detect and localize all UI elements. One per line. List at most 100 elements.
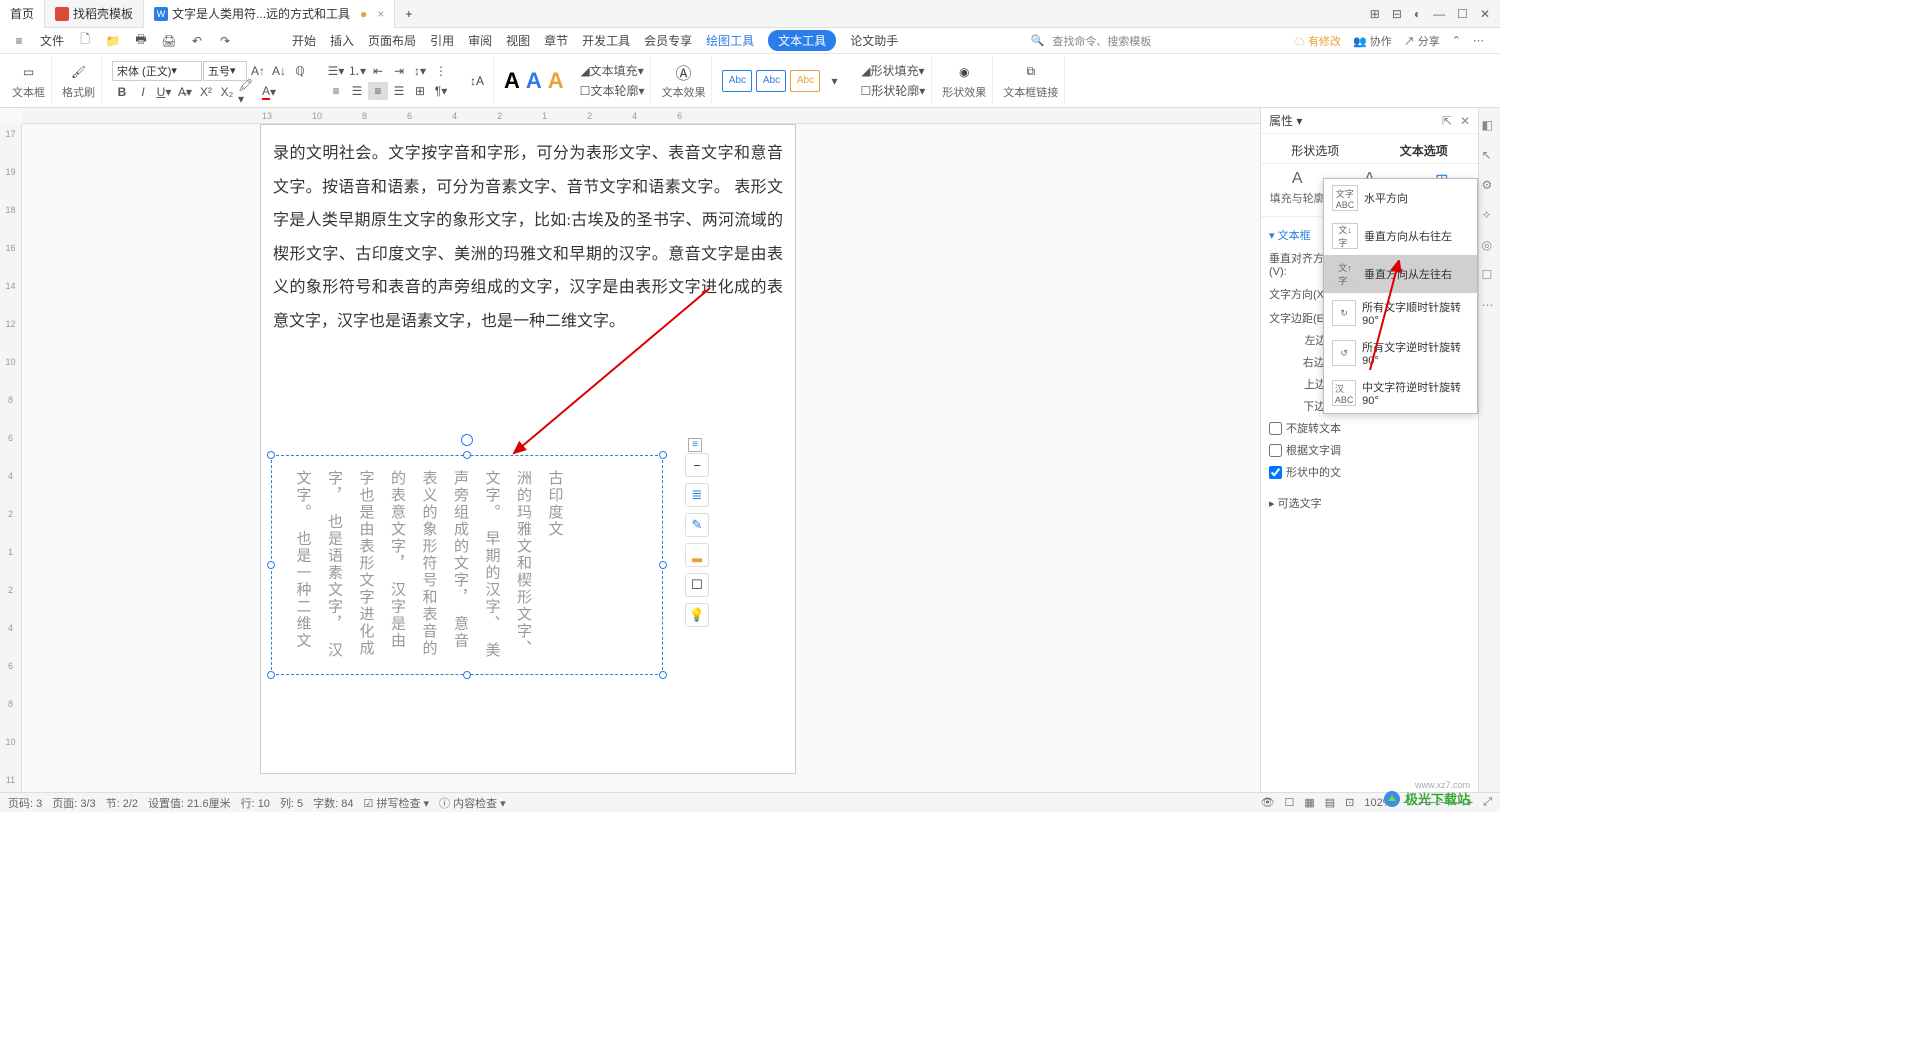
- status-content[interactable]: ⓘ 内容检查 ▾: [439, 795, 506, 811]
- format-painter-icon[interactable]: 🖌: [69, 62, 89, 82]
- save-icon[interactable]: 🖶: [130, 30, 152, 52]
- file-menu[interactable]: 文件: [36, 32, 68, 49]
- user-icon[interactable]: ◐: [1414, 7, 1421, 21]
- new-icon[interactable]: 🗋: [74, 30, 96, 52]
- dd-rotate-ccw[interactable]: ↺所有文字逆时针旋转90°: [1324, 333, 1477, 373]
- handle-br[interactable]: [659, 671, 667, 679]
- mtab-layout[interactable]: 页面布局: [368, 30, 416, 51]
- rail-settings-icon[interactable]: ⚙: [1482, 178, 1498, 194]
- wordart-3[interactable]: A: [548, 68, 564, 94]
- clear-format-icon[interactable]: ℚ: [290, 62, 310, 80]
- align-left-icon[interactable]: ≡: [326, 82, 346, 100]
- mtab-vip[interactable]: 会员专享: [644, 30, 692, 51]
- chk-inshape[interactable]: [1269, 466, 1282, 479]
- view-print-icon[interactable]: ☐: [1284, 796, 1294, 809]
- dd-rotate-cw[interactable]: ↻所有文字顺时针旋转90°: [1324, 293, 1477, 333]
- spacing-icon[interactable]: ↕▾: [410, 62, 430, 80]
- wordart-1[interactable]: A: [504, 68, 520, 94]
- ft-zoom-out[interactable]: −: [685, 453, 709, 477]
- rotate-handle[interactable]: [461, 434, 473, 446]
- style-1[interactable]: Abc: [722, 70, 752, 92]
- app-menu-icon[interactable]: ≡: [8, 30, 30, 52]
- document-canvas[interactable]: 131086421246 171918161412108642124681011…: [0, 108, 1260, 792]
- tab-home[interactable]: 首页: [0, 0, 45, 28]
- textbox-content[interactable]: 文字。 也是一种二维文字， 也是语素文字， 汉字也是由表形文字进化成的表意文字，…: [272, 456, 584, 674]
- fit-icon[interactable]: ⊡: [1345, 796, 1354, 809]
- bold-icon[interactable]: B: [112, 83, 132, 101]
- sort-icon[interactable]: ⋮: [431, 62, 451, 80]
- section-alttext[interactable]: ▸ 可选文字: [1269, 491, 1470, 515]
- tab-templates[interactable]: 找稻壳模板: [45, 0, 144, 28]
- more-icon[interactable]: ⋯: [1473, 34, 1484, 47]
- highlight-icon[interactable]: 🖍▾: [238, 83, 258, 101]
- rail-style-icon[interactable]: ✧: [1482, 208, 1498, 224]
- mtab-start[interactable]: 开始: [292, 30, 316, 51]
- dd-horizontal[interactable]: 文字ABC水平方向: [1324, 179, 1477, 217]
- shape-effect-icon[interactable]: ◉: [954, 62, 974, 82]
- indent-dec-icon[interactable]: ⇤: [368, 62, 388, 80]
- fullscreen-icon[interactable]: ⤢: [1483, 796, 1492, 809]
- tab-document[interactable]: W 文字是人类用符...远的方式和工具 ● ×: [144, 0, 395, 28]
- font-select[interactable]: 宋体 (正文) ▾: [112, 61, 202, 81]
- close-window-icon[interactable]: ✕: [1480, 7, 1490, 21]
- mtab-texttool[interactable]: 文本工具: [768, 30, 836, 51]
- pin-icon[interactable]: ⇱: [1442, 114, 1452, 128]
- mtab-paper[interactable]: 论文助手: [850, 30, 898, 51]
- share-link[interactable]: ↗ 分享: [1404, 33, 1440, 49]
- ft-bulb-icon[interactable]: 💡: [685, 603, 709, 627]
- redo-icon[interactable]: ↷: [214, 30, 236, 52]
- style-3[interactable]: Abc: [790, 70, 820, 92]
- mtab-insert[interactable]: 插入: [330, 30, 354, 51]
- style-dropdown[interactable]: ▾: [824, 72, 844, 90]
- distribute-icon[interactable]: ⊞: [410, 82, 430, 100]
- align-justify-icon[interactable]: ☰: [389, 82, 409, 100]
- layout-icon[interactable]: ⊞: [1370, 7, 1380, 21]
- pending-changes[interactable]: ☁ 有修改: [1294, 33, 1341, 49]
- text-dir-icon[interactable]: ↕A: [467, 71, 487, 91]
- numbering-icon[interactable]: ⒈▾: [347, 62, 367, 80]
- indent-inc-icon[interactable]: ⇥: [389, 62, 409, 80]
- shape-fill[interactable]: ◢ 形状填充▾: [861, 62, 924, 80]
- undo-icon[interactable]: ↶: [186, 30, 208, 52]
- mtab-ref[interactable]: 引用: [430, 30, 454, 51]
- subscr-icon[interactable]: X₂: [217, 83, 237, 101]
- prop-tab-shape[interactable]: 形状选项: [1291, 142, 1339, 159]
- text-effect-icon[interactable]: Ⓐ: [673, 62, 693, 82]
- mtab-chapter[interactable]: 章节: [544, 30, 568, 51]
- align-right-icon[interactable]: ≡: [368, 82, 388, 100]
- chk-autofit[interactable]: [1269, 444, 1282, 457]
- rail-page-icon[interactable]: ☐: [1482, 268, 1498, 284]
- handle-tr[interactable]: [659, 451, 667, 459]
- mtab-draw[interactable]: 绘图工具: [706, 30, 754, 51]
- handle-r[interactable]: [659, 561, 667, 569]
- ft-highlight-icon[interactable]: ▂: [685, 543, 709, 567]
- open-icon[interactable]: 📁: [102, 30, 124, 52]
- search-input[interactable]: 查找命令、搜索模板: [1052, 33, 1151, 49]
- rail-select-icon[interactable]: ↖: [1482, 148, 1498, 164]
- handle-t[interactable]: [463, 451, 471, 459]
- selected-text-box[interactable]: ≡ 文字。 也是一种二维文字， 也是语素文字， 汉字也是由表形文字进化成的表意文…: [271, 455, 663, 675]
- mtab-review[interactable]: 审阅: [468, 30, 492, 51]
- para-icon[interactable]: ¶▾: [431, 82, 451, 100]
- underline-icon[interactable]: U▾: [154, 83, 174, 101]
- view-outline-icon[interactable]: ▤: [1325, 796, 1335, 809]
- mtab-dev[interactable]: 开发工具: [582, 30, 630, 51]
- handle-tl[interactable]: [267, 451, 275, 459]
- italic-icon[interactable]: I: [133, 83, 153, 101]
- collapse-ribbon-icon[interactable]: ⌃: [1452, 34, 1461, 47]
- prop-tab-text[interactable]: 文本选项: [1400, 142, 1448, 159]
- page[interactable]: 录的文明社会。文字按字音和字形，可分为表形文字、表音文字和意音文字。按语音和语素…: [260, 124, 796, 774]
- body-text[interactable]: 录的文明社会。文字按字音和字形，可分为表形文字、表音文字和意音文字。按语音和语素…: [273, 137, 783, 339]
- close-icon[interactable]: ×: [377, 7, 384, 21]
- text-fill[interactable]: ◢ 文本填充▾: [580, 62, 643, 80]
- textbox-icon[interactable]: ▭: [19, 62, 39, 82]
- handle-l[interactable]: [267, 561, 275, 569]
- rail-nav-icon[interactable]: ◧: [1482, 118, 1498, 134]
- ft-pen-icon[interactable]: ✎: [685, 513, 709, 537]
- mtab-view[interactable]: 视图: [506, 30, 530, 51]
- ft-box-icon[interactable]: ☐: [685, 573, 709, 597]
- view-eye-icon[interactable]: 👁: [1260, 796, 1274, 809]
- align-center-icon[interactable]: ☰: [347, 82, 367, 100]
- strike-icon[interactable]: A̶▾: [175, 83, 195, 101]
- layout-options-icon[interactable]: ≡: [688, 438, 702, 452]
